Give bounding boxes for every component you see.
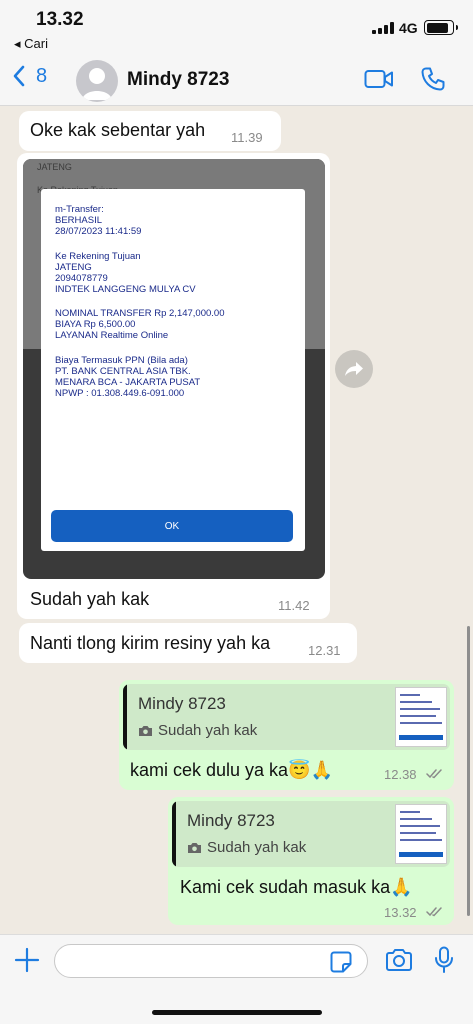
quote-author: Mindy 8723	[187, 811, 275, 830]
image-caption: Sudah yah kak	[30, 589, 150, 609]
receipt-line: JATENG	[55, 262, 92, 273]
battery-level	[426, 22, 448, 33]
quote-text: Sudah yah kak	[207, 839, 307, 856]
message-time: 11.39	[231, 130, 263, 145]
back-chevron-icon	[13, 65, 25, 87]
camera-icon	[386, 949, 412, 971]
receipt-line: 2094078779	[55, 273, 108, 284]
receipt-line: Ke Rekening Tujuan	[55, 251, 141, 262]
message-time: 11.42	[278, 598, 310, 613]
avatar-placeholder-icon	[82, 68, 112, 100]
reply-quote[interactable]: Mindy 8723 Sudah yah kak	[123, 684, 450, 750]
camera-button[interactable]	[385, 948, 413, 977]
back-button[interactable]: 8	[12, 64, 47, 88]
message-text: kami cek dulu ya ka😇🙏	[130, 760, 333, 780]
message-input[interactable]	[54, 944, 368, 978]
receipt-line: 28/07/2023 11:41:59	[55, 226, 142, 237]
message-bubble-incoming[interactable]: Oke kak sebentar yah 11.39	[19, 111, 281, 151]
quote-preview: Sudah yah kak	[138, 722, 257, 739]
status-time: 13.32	[36, 9, 84, 30]
message-input-bar	[0, 934, 473, 1024]
attach-button[interactable]	[14, 947, 40, 978]
message-time: 13.32	[384, 905, 417, 920]
message-bubble-incoming[interactable]: Nanti tlong kirim resiny yah ka 12.31	[19, 623, 357, 663]
unread-count: 8	[36, 64, 48, 87]
plus-icon	[14, 947, 40, 973]
receipt-line: BIAYA Rp 6,500.00	[55, 319, 136, 330]
receipt-line: NPWP : 01.308.449.6-091.000	[55, 388, 185, 399]
receipt-dialog: m-Transfer: BERHASIL 28/07/2023 11:41:59…	[41, 189, 305, 551]
quote-thumbnail	[395, 804, 447, 864]
message-bubble-outgoing[interactable]: Mindy 8723 Sudah yah kak Kami cek sudah …	[168, 797, 454, 925]
quote-bar	[172, 801, 176, 867]
receipt-line: MENARA BCA - JAKARTA PUSAT	[55, 377, 201, 388]
microphone-button[interactable]	[433, 946, 455, 979]
image-message-bubble[interactable]: JATENG Ke Rekening Tujuan m-Transfer: BE…	[17, 153, 330, 619]
camera-icon	[139, 725, 152, 736]
network-type: 4G	[399, 20, 418, 36]
receipt-ok-button: OK	[51, 510, 293, 542]
receipt-line: PT. BANK CENTRAL ASIA TBK.	[55, 366, 191, 377]
message-bubble-outgoing[interactable]: Mindy 8723 Sudah yah kak kami cek dulu y…	[119, 680, 454, 790]
quote-bar	[123, 684, 127, 750]
chat-header: 8 Mindy 8723	[0, 56, 473, 106]
back-to-app-link[interactable]: ◂ Cari	[14, 36, 48, 52]
voice-call-button[interactable]	[420, 66, 446, 97]
double-check-icon	[426, 769, 442, 779]
microphone-icon	[435, 946, 453, 973]
message-text: Nanti tlong kirim resiny yah ka	[30, 633, 271, 653]
receipt-line: LAYANAN Realtime Online	[55, 330, 169, 341]
message-text: Oke kak sebentar yah	[30, 120, 206, 140]
message-text: Kami cek sudah masuk ka🙏	[180, 877, 413, 897]
quote-thumbnail	[395, 687, 447, 747]
quote-preview: Sudah yah kak	[187, 839, 306, 856]
receipt-bg-text: JATENG	[37, 162, 72, 172]
message-time: 12.31	[308, 643, 341, 658]
video-call-button[interactable]	[364, 68, 394, 95]
receipt-line: NOMINAL TRANSFER Rp 2,147,000.00	[55, 308, 225, 319]
message-time: 12.38	[384, 767, 417, 782]
home-indicator	[152, 1010, 322, 1015]
sticker-button[interactable]	[330, 951, 352, 978]
scrollbar[interactable]	[467, 626, 470, 916]
phone-icon	[421, 67, 445, 91]
avatar[interactable]	[76, 60, 118, 102]
double-check-icon	[426, 907, 442, 917]
video-call-icon	[364, 70, 393, 88]
quote-author: Mindy 8723	[138, 694, 226, 713]
contact-name[interactable]: Mindy 8723	[127, 69, 229, 91]
forward-button[interactable]	[335, 350, 373, 388]
status-bar: 13.32 ◂ Cari 4G	[0, 0, 473, 56]
receipt-line: m-Transfer:	[55, 204, 104, 215]
signal-icon	[372, 22, 394, 34]
sticker-icon	[330, 951, 352, 973]
receipt-line: INDTEK LANGGENG MULYA CV	[55, 284, 196, 295]
battery-icon	[424, 20, 458, 35]
camera-icon	[188, 842, 201, 853]
reply-quote[interactable]: Mindy 8723 Sudah yah kak	[172, 801, 450, 867]
receipt-line: Biaya Termasuk PPN (Bila ada)	[55, 355, 188, 366]
forward-icon	[345, 362, 363, 376]
receipt-line: BERHASIL	[55, 215, 102, 226]
quote-text: Sudah yah kak	[158, 722, 258, 739]
transfer-receipt-image[interactable]: JATENG Ke Rekening Tujuan m-Transfer: BE…	[23, 159, 325, 579]
chat-area[interactable]: Oke kak sebentar yah 11.39 JATENG Ke Rek…	[0, 106, 473, 934]
